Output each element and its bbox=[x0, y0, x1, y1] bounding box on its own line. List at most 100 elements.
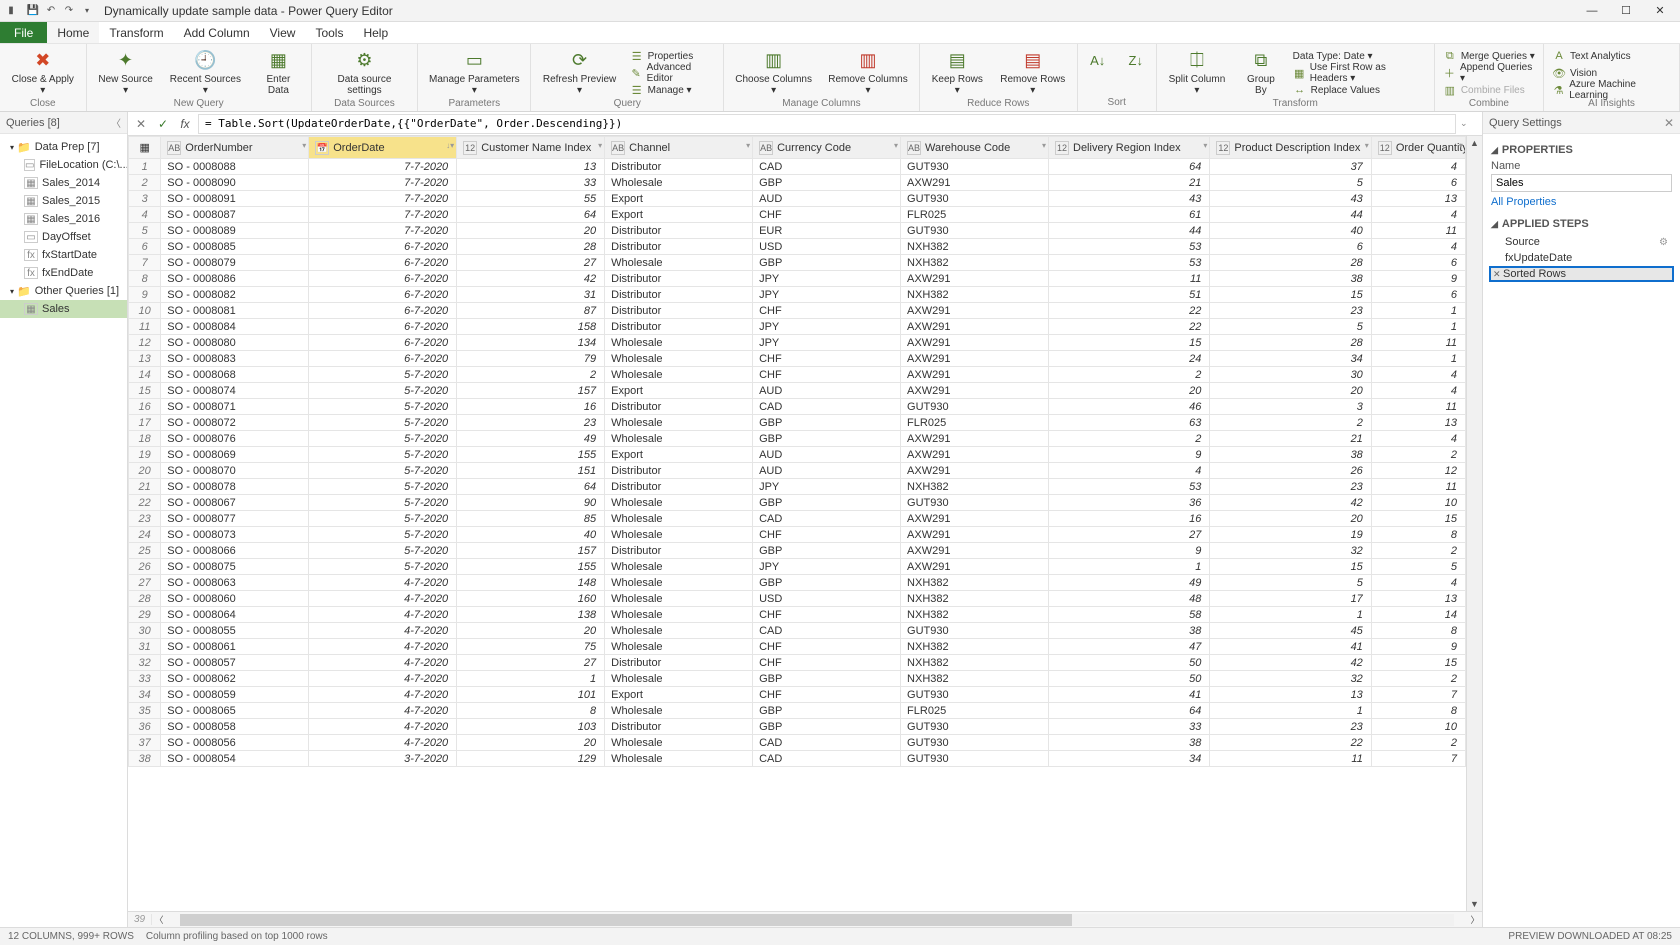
cell-channel[interactable]: Export bbox=[605, 383, 753, 399]
cell-warehouse[interactable]: GUT930 bbox=[901, 735, 1049, 751]
scroll-down-icon[interactable]: ▼ bbox=[1470, 897, 1479, 911]
cell-channel[interactable]: Distributor bbox=[605, 543, 753, 559]
cell-channel[interactable]: Wholesale bbox=[605, 591, 753, 607]
table-row[interactable]: 32SO - 00080574-7-202027DistributorCHFNX… bbox=[129, 655, 1466, 671]
cell-product-index[interactable]: 26 bbox=[1210, 463, 1371, 479]
cell-product-index[interactable]: 42 bbox=[1210, 655, 1371, 671]
cell-order-qty[interactable]: 9 bbox=[1371, 639, 1465, 655]
row-number[interactable]: 5 bbox=[129, 223, 161, 239]
tree-item-sales-2014[interactable]: ▦Sales_2014 bbox=[0, 174, 127, 192]
cell-channel[interactable]: Wholesale bbox=[605, 431, 753, 447]
cell-ordernumber[interactable]: SO - 0008059 bbox=[161, 687, 309, 703]
cell-currency[interactable]: JPY bbox=[753, 559, 901, 575]
table-row[interactable]: 3SO - 00080917-7-202055ExportAUDGUT93043… bbox=[129, 191, 1466, 207]
cell-order-qty[interactable]: 10 bbox=[1371, 719, 1465, 735]
minimize-button[interactable]: — bbox=[1576, 1, 1608, 21]
cell-warehouse[interactable]: NXH382 bbox=[901, 655, 1049, 671]
cell-customer-index[interactable]: 87 bbox=[457, 303, 605, 319]
cell-currency[interactable]: JPY bbox=[753, 479, 901, 495]
cell-orderdate[interactable]: 4-7-2020 bbox=[309, 591, 457, 607]
cell-orderdate[interactable]: 5-7-2020 bbox=[309, 511, 457, 527]
row-number[interactable]: 27 bbox=[129, 575, 161, 591]
cell-order-qty[interactable]: 4 bbox=[1371, 575, 1465, 591]
cell-ordernumber[interactable]: SO - 0008091 bbox=[161, 191, 309, 207]
split-column-button[interactable]: ⎅Split Column ▾ bbox=[1163, 46, 1231, 98]
table-row[interactable]: 5SO - 00080897-7-202020DistributorEURGUT… bbox=[129, 223, 1466, 239]
table-row[interactable]: 28SO - 00080604-7-2020160WholesaleUSDNXH… bbox=[129, 591, 1466, 607]
cell-order-qty[interactable]: 2 bbox=[1371, 735, 1465, 751]
gear-icon[interactable]: ⚙ bbox=[1659, 237, 1668, 248]
cell-channel[interactable]: Wholesale bbox=[605, 607, 753, 623]
cell-ordernumber[interactable]: SO - 0008087 bbox=[161, 207, 309, 223]
cell-warehouse[interactable]: AXW291 bbox=[901, 319, 1049, 335]
row-number[interactable]: 17 bbox=[129, 415, 161, 431]
cell-customer-index[interactable]: 2 bbox=[457, 367, 605, 383]
cell-currency[interactable]: GBP bbox=[753, 703, 901, 719]
recent-sources-button[interactable]: 🕘Recent Sources ▾ bbox=[165, 46, 247, 98]
cell-orderdate[interactable]: 6-7-2020 bbox=[309, 351, 457, 367]
qat-dropdown-icon[interactable]: ▾ bbox=[80, 4, 94, 18]
cell-order-qty[interactable]: 11 bbox=[1371, 479, 1465, 495]
cell-order-qty[interactable]: 11 bbox=[1371, 223, 1465, 239]
cell-warehouse[interactable]: AXW291 bbox=[901, 463, 1049, 479]
cell-product-index[interactable]: 30 bbox=[1210, 367, 1371, 383]
cell-orderdate[interactable]: 5-7-2020 bbox=[309, 463, 457, 479]
cell-product-index[interactable]: 1 bbox=[1210, 607, 1371, 623]
remove-rows-button[interactable]: ▤Remove Rows ▾ bbox=[995, 46, 1071, 98]
table-row[interactable]: 9SO - 00080826-7-202031DistributorJPYNXH… bbox=[129, 287, 1466, 303]
cell-region-index[interactable]: 50 bbox=[1049, 655, 1210, 671]
cell-currency[interactable]: GBP bbox=[753, 719, 901, 735]
cell-channel[interactable]: Distributor bbox=[605, 479, 753, 495]
cell-customer-index[interactable]: 20 bbox=[457, 223, 605, 239]
fx-icon[interactable]: fx bbox=[176, 115, 194, 133]
cell-region-index[interactable]: 53 bbox=[1049, 239, 1210, 255]
scroll-right-icon[interactable]: 〉 bbox=[1468, 913, 1482, 926]
table-row[interactable]: 31SO - 00080614-7-202075WholesaleCHFNXH3… bbox=[129, 639, 1466, 655]
cell-customer-index[interactable]: 75 bbox=[457, 639, 605, 655]
cell-customer-index[interactable]: 20 bbox=[457, 735, 605, 751]
cell-orderdate[interactable]: 5-7-2020 bbox=[309, 367, 457, 383]
table-row[interactable]: 6SO - 00080856-7-202028DistributorUSDNXH… bbox=[129, 239, 1466, 255]
step-sorted-rows[interactable]: ✕Sorted Rows bbox=[1489, 266, 1674, 282]
cell-ordernumber[interactable]: SO - 0008066 bbox=[161, 543, 309, 559]
cell-region-index[interactable]: 64 bbox=[1049, 703, 1210, 719]
cell-customer-index[interactable]: 55 bbox=[457, 191, 605, 207]
cell-region-index[interactable]: 46 bbox=[1049, 399, 1210, 415]
cell-currency[interactable]: AUD bbox=[753, 463, 901, 479]
cell-order-qty[interactable]: 5 bbox=[1371, 559, 1465, 575]
cell-product-index[interactable]: 45 bbox=[1210, 623, 1371, 639]
cell-customer-index[interactable]: 158 bbox=[457, 319, 605, 335]
cell-currency[interactable]: GBP bbox=[753, 255, 901, 271]
cell-customer-index[interactable]: 23 bbox=[457, 415, 605, 431]
cell-ordernumber[interactable]: SO - 0008068 bbox=[161, 367, 309, 383]
table-row[interactable]: 18SO - 00080765-7-202049WholesaleGBPAXW2… bbox=[129, 431, 1466, 447]
cell-channel[interactable]: Wholesale bbox=[605, 415, 753, 431]
cell-orderdate[interactable]: 7-7-2020 bbox=[309, 191, 457, 207]
cell-product-index[interactable]: 38 bbox=[1210, 271, 1371, 287]
cell-region-index[interactable]: 53 bbox=[1049, 479, 1210, 495]
cell-order-qty[interactable]: 13 bbox=[1371, 591, 1465, 607]
cell-currency[interactable]: CHF bbox=[753, 351, 901, 367]
manage-parameters-button[interactable]: ▭Manage Parameters ▾ bbox=[424, 46, 524, 98]
cell-customer-index[interactable]: 49 bbox=[457, 431, 605, 447]
cell-orderdate[interactable]: 5-7-2020 bbox=[309, 447, 457, 463]
cell-orderdate[interactable]: 6-7-2020 bbox=[309, 287, 457, 303]
cell-ordernumber[interactable]: SO - 0008088 bbox=[161, 159, 309, 175]
cell-customer-index[interactable]: 31 bbox=[457, 287, 605, 303]
cell-warehouse[interactable]: NXH382 bbox=[901, 639, 1049, 655]
cell-currency[interactable]: JPY bbox=[753, 319, 901, 335]
cell-channel[interactable]: Distributor bbox=[605, 303, 753, 319]
cell-region-index[interactable]: 11 bbox=[1049, 271, 1210, 287]
scroll-up-icon[interactable]: ▲ bbox=[1470, 136, 1479, 150]
cell-order-qty[interactable]: 13 bbox=[1371, 415, 1465, 431]
filter-icon[interactable]: ▾ bbox=[746, 141, 750, 150]
table-row[interactable]: 1SO - 00080887-7-202013DistributorCADGUT… bbox=[129, 159, 1466, 175]
cell-channel[interactable]: Distributor bbox=[605, 399, 753, 415]
new-source-button[interactable]: ✦New Source ▾ bbox=[93, 46, 159, 98]
cell-order-qty[interactable]: 4 bbox=[1371, 207, 1465, 223]
cell-channel[interactable]: Wholesale bbox=[605, 367, 753, 383]
cell-currency[interactable]: CAD bbox=[753, 159, 901, 175]
cell-ordernumber[interactable]: SO - 0008078 bbox=[161, 479, 309, 495]
cell-currency[interactable]: CHF bbox=[753, 527, 901, 543]
cell-order-qty[interactable]: 1 bbox=[1371, 351, 1465, 367]
